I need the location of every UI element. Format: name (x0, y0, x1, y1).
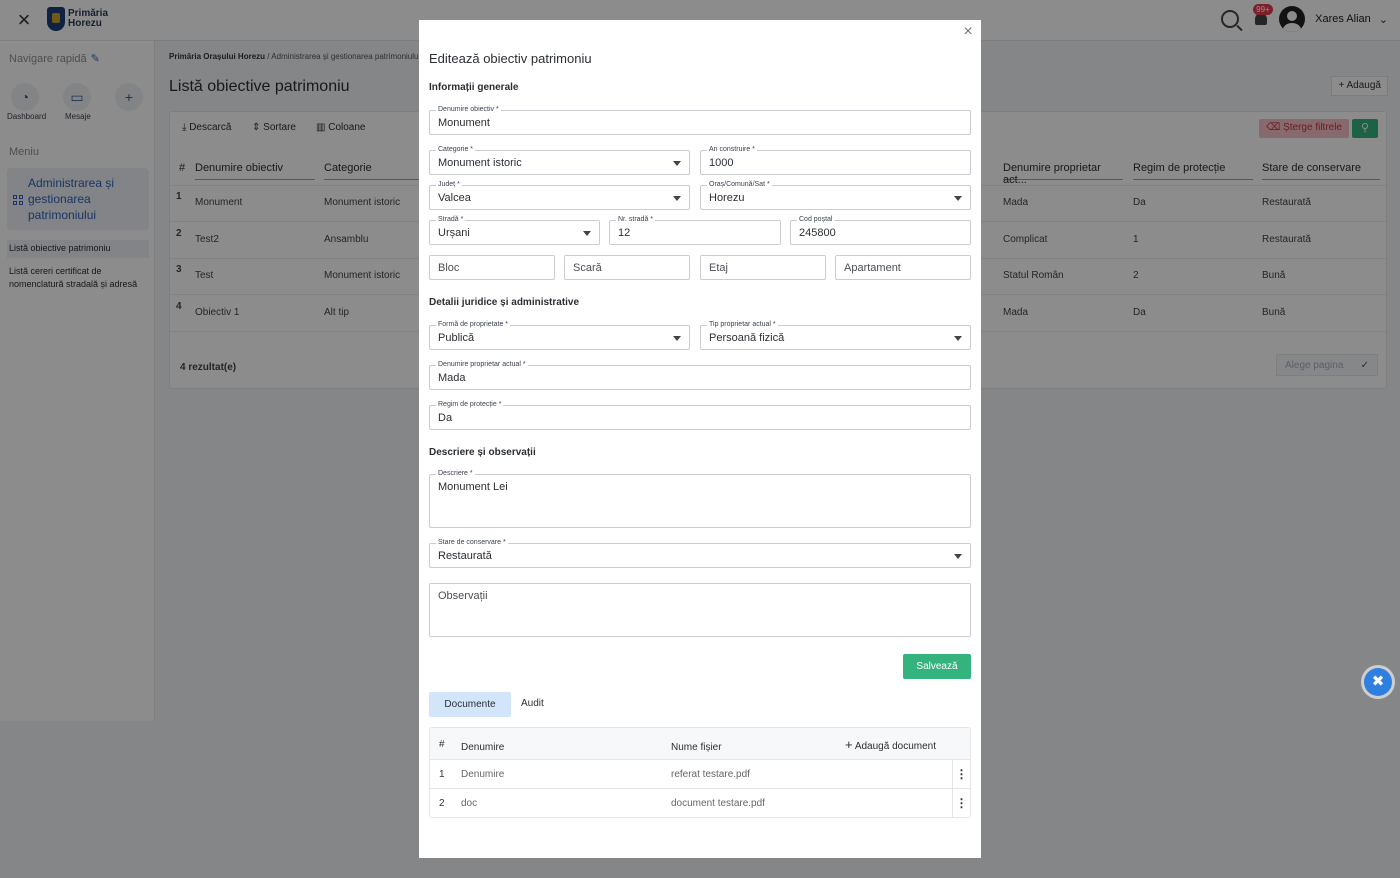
add-document-button[interactable]: + Adaugă document (845, 737, 936, 752)
city-select[interactable]: Oraș/Comună/Sat * Horezu (700, 180, 971, 210)
table-row[interactable]: 1 Denumire referat testare.pdf ⋮ (430, 760, 970, 789)
scara-field[interactable]: Scară (564, 255, 690, 280)
edit-objective-modal: × Editează obiectiv patrimoniu Informați… (419, 20, 981, 858)
table-row[interactable]: 2 doc document testare.pdf ⋮ (430, 789, 970, 818)
section-legal: Detalii juridice și administrative (429, 297, 580, 308)
owner-type-select[interactable]: Tip proprietar actual * Persoană fizică (700, 320, 971, 350)
year-field[interactable]: An construire * 1000 (700, 145, 971, 175)
caret-down-icon (583, 231, 591, 236)
tab-documents[interactable]: Documente (429, 692, 511, 717)
section-general: Informații generale (429, 82, 519, 93)
county-select[interactable]: Județ * Valcea (429, 180, 690, 210)
category-select[interactable]: Categorie * Monument istoric (429, 145, 690, 175)
description-textarea[interactable]: Descriere * Monument Lei (429, 469, 971, 528)
caret-down-icon (673, 196, 681, 201)
section-description: Descriere și observații (429, 447, 536, 458)
kebab-menu-icon[interactable]: ⋮ (952, 760, 970, 788)
documents-table: # Denumire Nume fișier + Adaugă document… (429, 727, 971, 818)
caret-down-icon (673, 336, 681, 341)
documents-table-header: # Denumire Nume fișier + Adaugă document (430, 728, 970, 760)
caret-down-icon (673, 161, 681, 166)
kebab-menu-icon[interactable]: ⋮ (952, 789, 970, 817)
apartament-field[interactable]: Apartament (835, 255, 971, 280)
conservation-select[interactable]: Stare de conservare * Restaurată (429, 538, 971, 568)
plus-icon: + (845, 737, 853, 752)
bloc-field[interactable]: Bloc (429, 255, 555, 280)
tools-icon[interactable]: ✖ (1364, 668, 1392, 696)
observations-textarea[interactable]: Observații (429, 583, 971, 637)
close-icon[interactable]: × (961, 24, 975, 40)
modal-title: Editează obiectiv patrimoniu (429, 51, 592, 66)
name-field[interactable]: Denumire obiectiv * Monument (429, 105, 971, 135)
caret-down-icon (954, 554, 962, 559)
ownership-select[interactable]: Formă de proprietate * Publică (429, 320, 690, 350)
street-select[interactable]: Stradă * Urșani (429, 215, 600, 245)
tab-audit[interactable]: Audit (521, 698, 544, 709)
protection-field[interactable]: Regim de protecție * Da (429, 400, 971, 430)
caret-down-icon (954, 196, 962, 201)
save-button[interactable]: Salvează (903, 654, 971, 679)
owner-name-field[interactable]: Denumire proprietar actual * Mada (429, 360, 971, 390)
street-number-field[interactable]: Nr. stradă * 12 (609, 215, 781, 245)
etaj-field[interactable]: Etaj (700, 255, 826, 280)
postal-code-field[interactable]: Cod poștal 245800 (790, 215, 971, 245)
caret-down-icon (954, 336, 962, 341)
